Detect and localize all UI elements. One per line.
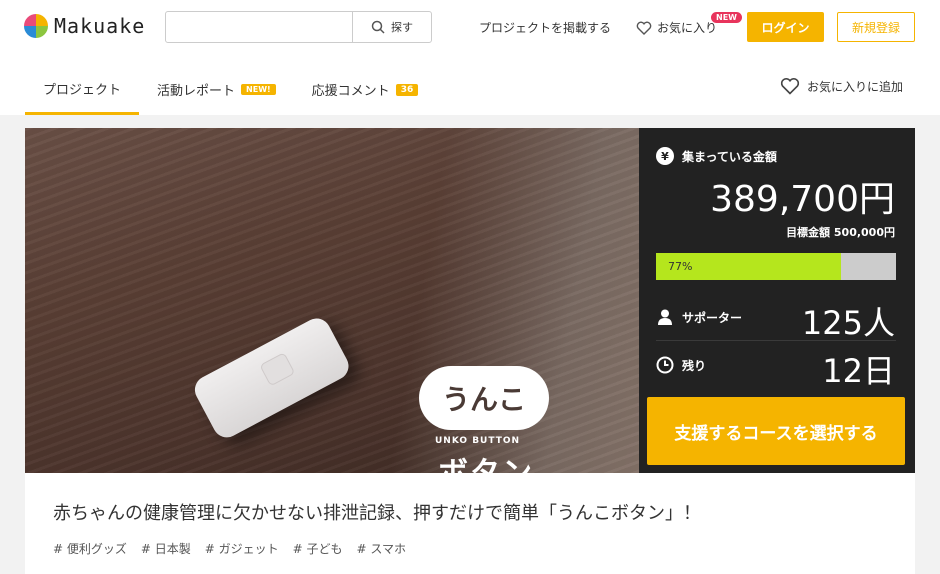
post-project-link[interactable]: プロジェクトを掲載する — [479, 19, 611, 36]
raised-label: 集まっている金額 — [682, 149, 777, 164]
tab-project-label: プロジェクト — [43, 82, 122, 98]
logo-text: Makuake — [54, 14, 146, 38]
logo-icon — [24, 14, 48, 38]
activity-new-badge: NEW! — [241, 84, 276, 95]
hashtag-item[interactable]: # ガジェット — [205, 540, 279, 557]
clock-icon — [656, 356, 674, 374]
favorites-new-badge: NEW — [711, 12, 742, 23]
project-title: 赤ちゃんの健康管理に欠かせない排泄記録、押すだけで簡単「うんこボタン」！ — [53, 503, 701, 524]
header: Makuake 探す プロジェクトを掲載する お気に入り NEW ログイン 新規… — [0, 0, 940, 115]
hashtag-item[interactable]: # 日本製 — [141, 540, 191, 557]
remaining-days: 12日 — [822, 352, 895, 390]
search-input[interactable] — [166, 12, 352, 42]
hashtag-list: # 便利グッズ # 日本製 # ガジェット # 子ども # スマホ — [53, 540, 406, 557]
remaining-label-row: 残り — [656, 356, 706, 374]
register-button[interactable]: 新規登録 — [837, 12, 915, 42]
add-favorite-button[interactable]: お気に入りに追加 — [780, 77, 903, 95]
hashtag-item[interactable]: # スマホ — [357, 540, 407, 557]
tab-comments[interactable]: 応援コメント 36 — [294, 64, 437, 115]
comments-count-badge: 36 — [395, 83, 419, 96]
search-button[interactable]: 探す — [352, 12, 431, 42]
tab-project[interactable]: プロジェクト — [25, 64, 140, 115]
raised-amount: 389,700円 — [710, 179, 895, 220]
funding-stats-panel: ¥ 集まっている金額 389,700円 目標金額 500,000円 77% サポ… — [639, 128, 915, 473]
hashtag-item[interactable]: # 便利グッズ — [53, 540, 127, 557]
project-title-card: 赤ちゃんの健康管理に欠かせない排泄記録、押すだけで簡単「うんこボタン」！ # 便… — [25, 473, 915, 574]
add-favorite-label: お気に入りに追加 — [807, 79, 904, 94]
person-icon — [658, 309, 672, 325]
favorites-link[interactable]: お気に入り — [636, 19, 717, 36]
funding-progress-bar: 77% — [656, 253, 896, 280]
supporters-label: サポーター — [682, 310, 743, 325]
brand-logo-main: ボタン — [438, 448, 534, 473]
supporters-label-row: サポーター — [656, 308, 742, 326]
tab-activity-report[interactable]: 活動レポート NEW! — [139, 64, 294, 115]
stats-divider — [656, 340, 896, 341]
makuake-logo[interactable]: Makuake — [24, 14, 145, 38]
login-button[interactable]: ログイン — [747, 12, 824, 42]
remaining-label: 残り — [682, 358, 707, 373]
brand-logo-bubble: うんこ — [419, 366, 549, 430]
heart-icon — [636, 21, 652, 35]
hashtag-item[interactable]: # 子ども — [293, 540, 343, 557]
supporters-count: 125人 — [801, 304, 895, 342]
search-bar: 探す — [165, 11, 432, 43]
tab-comments-label: 応援コメント — [311, 84, 390, 99]
progress-percent: 77% — [668, 260, 693, 273]
goal-amount: 目標金額 500,000円 — [786, 226, 895, 239]
hero-wood-texture — [25, 128, 639, 473]
project-tabs: プロジェクト 活動レポート NEW! 応援コメント 36 — [25, 64, 436, 115]
search-button-label: 探す — [391, 21, 413, 34]
tab-activity-report-label: 活動レポート — [157, 84, 236, 99]
project-hero-image[interactable]: うんこ UNKO BUTTON ボタン — [25, 128, 639, 473]
favorites-label: お気に入り — [657, 21, 718, 35]
yen-icon: ¥ — [656, 147, 674, 165]
select-course-button[interactable]: 支援するコースを選択する — [647, 397, 905, 465]
brand-logo-subtitle: UNKO BUTTON — [435, 436, 521, 446]
raised-label-row: ¥ 集まっている金額 — [656, 147, 777, 165]
search-icon — [371, 20, 385, 34]
heart-icon — [780, 78, 800, 95]
